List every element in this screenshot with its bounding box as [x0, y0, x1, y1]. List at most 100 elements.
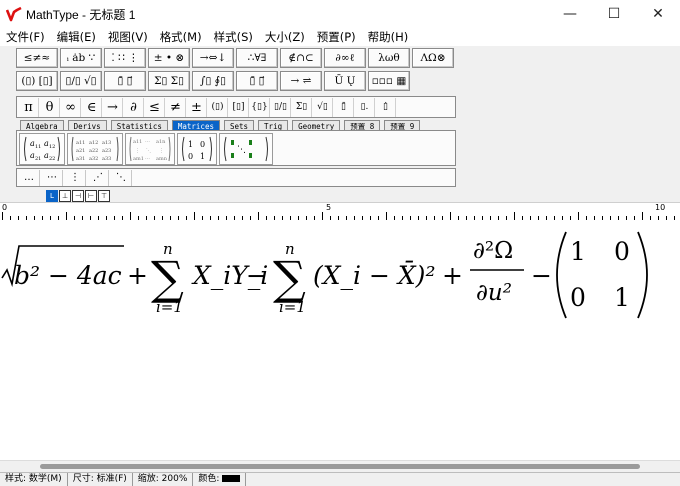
sqrt-button[interactable]: √▯ [313, 97, 333, 117]
matrix-3x3-glyph-icon: a11 a12 a13 a21 a22 a23 a31 a32 a33 [71, 136, 119, 162]
spaces-palette[interactable]: ᵢ ȧb ∵ [60, 48, 102, 68]
svg-text:22: 22 [49, 156, 55, 162]
menu-size[interactable]: 大小(Z) [259, 28, 311, 46]
status-color: 颜色: [193, 473, 247, 486]
ruler-tick [258, 212, 259, 220]
ruler-mark-0: 0 [2, 203, 8, 212]
arrows-palette[interactable]: →⇔↓ [192, 48, 234, 68]
equation-editor[interactable]: b² − 4ac + n ∑ i=1 X_iY_i − n ∑ i=1 (X_i… [0, 220, 680, 460]
matrix-cell-1-2: 0 [614, 237, 630, 266]
superscript-button[interactable]: ▯̇ [376, 97, 396, 117]
menu-file[interactable]: 文件(F) [0, 28, 51, 46]
menu-format[interactable]: 格式(M) [154, 28, 208, 46]
ruler-tick [194, 212, 195, 220]
minimize-button[interactable]: — [548, 0, 592, 28]
svg-text:a22: a22 [89, 148, 98, 154]
tab-stop-left-button[interactable]: L [46, 190, 58, 202]
fractions-palette[interactable]: ▯/▯ √▯ [60, 71, 102, 91]
svg-text:a21: a21 [76, 148, 85, 154]
tab-stop-bar: L ⊥ ⊣ ⊢ ⊤ [0, 188, 680, 202]
midline-ellipsis-button[interactable]: ⋯ [42, 169, 63, 186]
greek-upper-palette[interactable]: ΛΩ⊗ [412, 48, 454, 68]
not-equal-button[interactable]: ≠ [166, 97, 186, 117]
menu-help[interactable]: 帮助(H) [362, 28, 415, 46]
fraction-numerator: ∂²Ω [473, 238, 513, 264]
svg-text:a33: a33 [102, 156, 111, 162]
bars-palette[interactable]: ▯̄ ▯⃗ [236, 71, 278, 91]
status-size: 尺寸: 标准(F) [68, 473, 133, 486]
element-of-button[interactable]: ∈ [82, 97, 102, 117]
tab-stop-center-button[interactable]: ⊥ [59, 190, 71, 202]
ellipsis-button[interactable]: … [19, 169, 40, 186]
matrix-3x3-template[interactable]: a11 a12 a13 a21 a22 a23 a31 a32 a33 [67, 133, 123, 165]
fraction-button[interactable]: ▯/▯ [271, 97, 291, 117]
pi-button[interactable]: π [19, 97, 39, 117]
down-diagonal-ellipsis-button[interactable]: ⋱ [111, 169, 132, 186]
svg-text:am1: am1 [133, 156, 144, 162]
integrals-palette[interactable]: ∫▯ ∮▯ [192, 71, 234, 91]
mathtype-logo-icon [6, 6, 22, 22]
up-diagonal-ellipsis-button[interactable]: ⋰ [88, 169, 109, 186]
matrix-cell-2-1: 0 [570, 283, 586, 312]
svg-text:a31: a31 [76, 156, 85, 162]
matrix-general-glyph-icon: a11 ⋯ a1n ⋮ ⋱ ⋮ am1 ⋯ amn [129, 136, 171, 162]
less-equal-button[interactable]: ≤ [145, 97, 165, 117]
svg-text:a13: a13 [102, 140, 111, 146]
braces-button[interactable]: {▯} [250, 97, 270, 117]
logic-palette[interactable]: ∴∀∃ [236, 48, 278, 68]
matrices-palette[interactable]: ▫▫▫ ▦ [368, 71, 410, 91]
sqrt-content: b² − 4ac [14, 261, 122, 290]
arrow-button[interactable]: → [103, 97, 123, 117]
brackets-button[interactable]: [▯] [229, 97, 249, 117]
diagonal-matrix-template[interactable]: ⋱ [219, 133, 273, 165]
subscript-button[interactable]: ▯. [355, 97, 375, 117]
vertical-ellipsis-button[interactable]: ⋮ [65, 169, 86, 186]
palette-row-2: (▯) [▯] ▯/▯ √▯ ▯̄ ▯⃗ Σ▯ Σ▯ ∫▯ ∮▯ ▯̄ ▯⃗ →… [16, 71, 412, 91]
svg-text:⋮: ⋮ [135, 148, 140, 154]
svg-text:a11: a11 [76, 140, 85, 146]
tab-stop-right-button[interactable]: ⊣ [72, 190, 84, 202]
ruler-mark-10: 10 [655, 203, 666, 212]
partial-button[interactable]: ∂ [124, 97, 144, 117]
svg-text:⋯: ⋯ [145, 156, 150, 162]
greek-lower-palette[interactable]: λωθ [368, 48, 410, 68]
products-palette[interactable]: Ū Ų [324, 71, 366, 91]
labeled-arrows-palette[interactable]: → ⇌ [280, 71, 322, 91]
plus-minus-button[interactable]: ± [187, 97, 207, 117]
status-style: 样式: 数学(M) [0, 473, 68, 486]
palette-row-1: ≤≠≈ ᵢ ȧb ∵ ⁚ ∷ ⋮ ± • ⊗ →⇔↓ ∴∀∃ ∉∩⊂ ∂∞ℓ λ… [16, 48, 456, 68]
relations-palette[interactable]: ≤≠≈ [16, 48, 58, 68]
svg-text:a1n: a1n [156, 139, 166, 145]
menu-style[interactable]: 样式(S) [208, 28, 259, 46]
embellishments-palette[interactable]: ⁚ ∷ ⋮ [104, 48, 146, 68]
fences-palette[interactable]: (▯) [▯] [16, 71, 58, 91]
matrix-2x2-template[interactable]: a 11 a 12 a 21 a 22 [19, 133, 65, 165]
theta-button[interactable]: θ [40, 97, 60, 117]
tab-stop-decimal-button[interactable]: ⊤ [98, 190, 110, 202]
svg-text:1: 1 [188, 140, 193, 149]
menu-preferences[interactable]: 预置(P) [311, 28, 362, 46]
operators-palette[interactable]: ± • ⊗ [148, 48, 190, 68]
plus-sign-2: + [442, 261, 463, 290]
svg-text:12: 12 [49, 144, 55, 150]
sets-palette[interactable]: ∉∩⊂ [280, 48, 322, 68]
ruler-tick [66, 212, 67, 220]
close-button[interactable]: ✕ [636, 0, 680, 28]
title-bar: MathType - 无标题 1 — ☐ ✕ [0, 0, 680, 29]
menu-view[interactable]: 视图(V) [102, 28, 154, 46]
subscripts-palette[interactable]: ▯̄ ▯⃗ [104, 71, 146, 91]
tab-stop-relation-button[interactable]: ⊢ [85, 190, 97, 202]
overbar-button[interactable]: ▯̄ [334, 97, 354, 117]
parentheses-button[interactable]: (▯) [208, 97, 228, 117]
sum2-lower-limit: i=1 [279, 298, 306, 316]
summation-palette[interactable]: Σ▯ Σ▯ [148, 71, 190, 91]
ruler[interactable]: 0 5 10 [0, 202, 680, 221]
maximize-button[interactable]: ☐ [592, 0, 636, 28]
scrollbar-thumb[interactable] [40, 464, 640, 469]
general-matrix-template[interactable]: a11 ⋯ a1n ⋮ ⋱ ⋮ am1 ⋯ amn [125, 133, 175, 165]
misc-symbols-palette[interactable]: ∂∞ℓ [324, 48, 366, 68]
identity-matrix-template[interactable]: 1001 [177, 133, 217, 165]
sum-button[interactable]: Σ▯ [292, 97, 312, 117]
infinity-button[interactable]: ∞ [61, 97, 81, 117]
menu-edit[interactable]: 编辑(E) [51, 28, 102, 46]
